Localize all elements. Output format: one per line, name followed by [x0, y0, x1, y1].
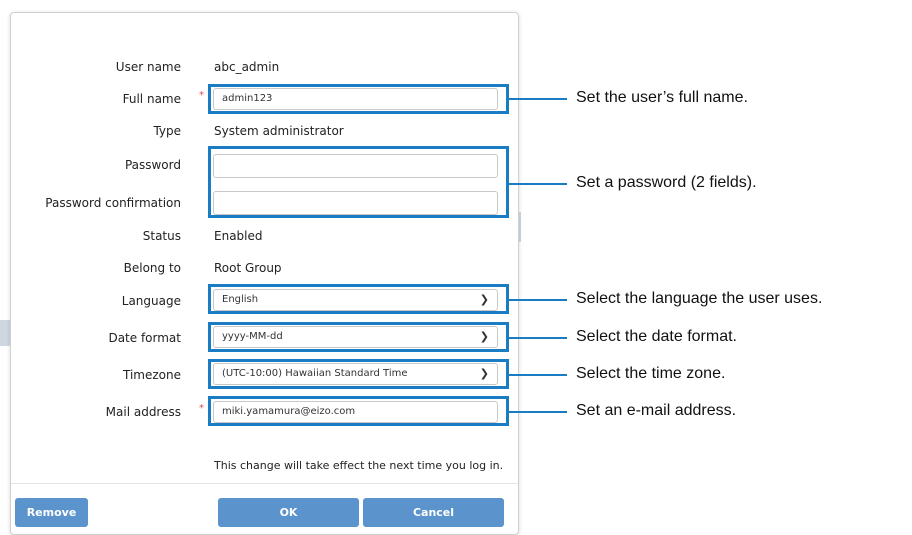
timezone-selected: (UTC-10:00) Hawaiian Standard Time [222, 368, 408, 379]
password-confirmation-label: Password confirmation [45, 196, 181, 210]
user-name-label: User name [115, 60, 181, 74]
language-label: Language [121, 294, 181, 308]
belong-to-label: Belong to [123, 261, 181, 275]
date-format-label: Date format [108, 331, 181, 345]
full-name-note: Set the user’s full name. [576, 89, 748, 106]
full-name-connector [509, 98, 567, 100]
type-value: System administrator [214, 124, 344, 138]
full-name-label: Full name [122, 92, 181, 106]
chevron-down-icon: ❯ [479, 367, 489, 380]
date-format-selected: yyyy-MM-dd [222, 331, 283, 342]
required-mark: * [199, 90, 204, 101]
ok-button[interactable]: OK [218, 498, 359, 527]
password-confirmation-input[interactable] [213, 191, 498, 215]
chevron-down-icon: ❯ [479, 330, 489, 343]
password-input[interactable] [213, 154, 498, 178]
status-label: Status [142, 229, 181, 243]
user-name-value: abc_admin [214, 60, 280, 74]
full-name-input[interactable]: admin123 [213, 88, 498, 110]
chevron-down-icon: ❯ [479, 293, 489, 306]
password-connector [509, 183, 567, 185]
change-notice: This change will take effect the next ti… [214, 459, 504, 472]
dialog-footer-divider [11, 483, 518, 484]
date-format-connector [509, 337, 567, 339]
language-selected: English [222, 294, 259, 305]
belong-to-value: Root Group [214, 261, 282, 275]
type-label: Type [153, 124, 181, 138]
remove-button[interactable]: Remove [15, 498, 88, 527]
timezone-note: Select the time zone. [576, 365, 726, 382]
password-note: Set a password (2 fields). [576, 174, 757, 191]
timezone-label: Timezone [123, 368, 181, 382]
date-format-select[interactable]: yyyy-MM-dd ❯ [213, 326, 498, 348]
edit-user-dialog: User name abc_admin Full name * admin123… [10, 12, 519, 535]
mail-address-input[interactable]: miki.yamamura@eizo.com [213, 401, 498, 423]
status-value: Enabled [214, 229, 263, 243]
timezone-select[interactable]: (UTC-10:00) Hawaiian Standard Time ❯ [213, 363, 498, 385]
date-format-note: Select the date format. [576, 328, 737, 345]
timezone-connector [509, 374, 567, 376]
password-label: Password [124, 158, 181, 172]
mail-connector [509, 411, 567, 413]
cancel-button[interactable]: Cancel [363, 498, 504, 527]
language-note: Select the language the user uses. [576, 290, 823, 307]
language-select[interactable]: English ❯ [213, 289, 498, 311]
required-mark: * [199, 403, 204, 414]
mail-address-label: Mail address [105, 405, 181, 419]
language-connector [509, 299, 567, 301]
mail-note: Set an e-mail address. [576, 402, 737, 419]
